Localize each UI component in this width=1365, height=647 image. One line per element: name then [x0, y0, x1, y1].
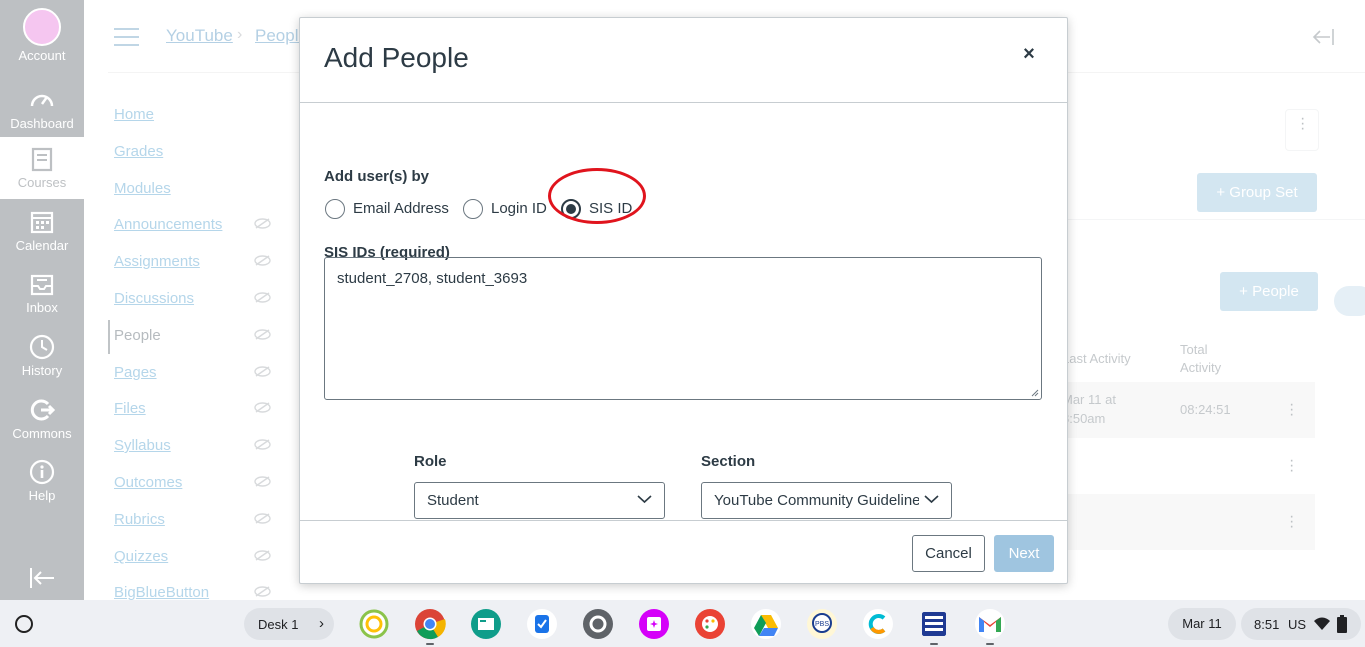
running-indicator: [930, 643, 938, 645]
pbs-kids-app-icon[interactable]: PBS: [806, 608, 838, 640]
role-select[interactable]: Student: [414, 482, 665, 519]
running-indicator: [426, 643, 434, 645]
sis-ids-textarea[interactable]: student_2708, student_3693: [324, 257, 1042, 400]
shelf: Desk 1 › PBS Mar 11 8:51 US: [0, 600, 1365, 647]
role-label: Role: [414, 453, 447, 470]
date-button[interactable]: Mar 11: [1168, 608, 1236, 640]
status-tray[interactable]: 8:51 US: [1241, 608, 1361, 640]
weather-channel-app-icon[interactable]: [918, 608, 950, 640]
cloud-app-icon[interactable]: [862, 608, 894, 640]
resize-handle-icon[interactable]: [1031, 389, 1039, 397]
add-people-modal: Add People × Add user(s) by Email Addres…: [299, 17, 1068, 584]
canvas-student-app-icon[interactable]: [638, 608, 670, 640]
modal-header: Add People ×: [300, 18, 1067, 103]
section-value: YouTube Community Guidelines: [714, 492, 919, 509]
login-radio-label[interactable]: Login ID: [491, 200, 547, 217]
annotation-ring: [548, 168, 646, 224]
chrome-app-icon[interactable]: [414, 608, 446, 640]
battery-icon: [1337, 615, 1347, 633]
settings-app-icon[interactable]: [582, 608, 614, 640]
close-icon[interactable]: ×: [1019, 44, 1039, 64]
svg-text:PBS: PBS: [815, 621, 829, 628]
desk-button[interactable]: Desk 1 ›: [244, 608, 334, 640]
classroom-app-icon[interactable]: [470, 608, 502, 640]
add-by-label: Add user(s) by: [324, 168, 430, 185]
role-value: Student: [427, 492, 479, 509]
wifi-icon: [1314, 617, 1330, 630]
email-radio[interactable]: [325, 199, 345, 219]
launcher-icon[interactable]: [15, 615, 33, 633]
section-label: Section: [701, 453, 756, 470]
chevron-down-icon: [924, 495, 939, 504]
gmail-app-icon[interactable]: [974, 608, 1006, 640]
cancel-button[interactable]: Cancel: [912, 535, 985, 572]
chevron-right-icon: ›: [319, 615, 324, 632]
next-button[interactable]: Next: [994, 535, 1054, 572]
classroom-timer-app-icon[interactable]: [358, 608, 390, 640]
section-select[interactable]: YouTube Community Guidelines: [701, 482, 952, 519]
modal-body: Add user(s) by Email Address Login ID SI…: [300, 103, 1067, 520]
tasks-app-icon[interactable]: [526, 608, 558, 640]
modal-title: Add People: [324, 42, 469, 73]
login-radio[interactable]: [463, 199, 483, 219]
modal-footer: Cancel Next: [300, 520, 1067, 584]
clock: 8:51: [1254, 617, 1280, 632]
email-radio-label[interactable]: Email Address: [353, 200, 449, 217]
desk-label: Desk 1: [258, 617, 299, 632]
drive-app-icon[interactable]: [750, 608, 782, 640]
input-locale: US: [1288, 617, 1307, 632]
sis-ids-value: student_2708, student_3693: [337, 270, 528, 287]
running-indicator: [986, 643, 994, 645]
paint-app-icon[interactable]: [694, 608, 726, 640]
chevron-down-icon: [637, 495, 652, 504]
